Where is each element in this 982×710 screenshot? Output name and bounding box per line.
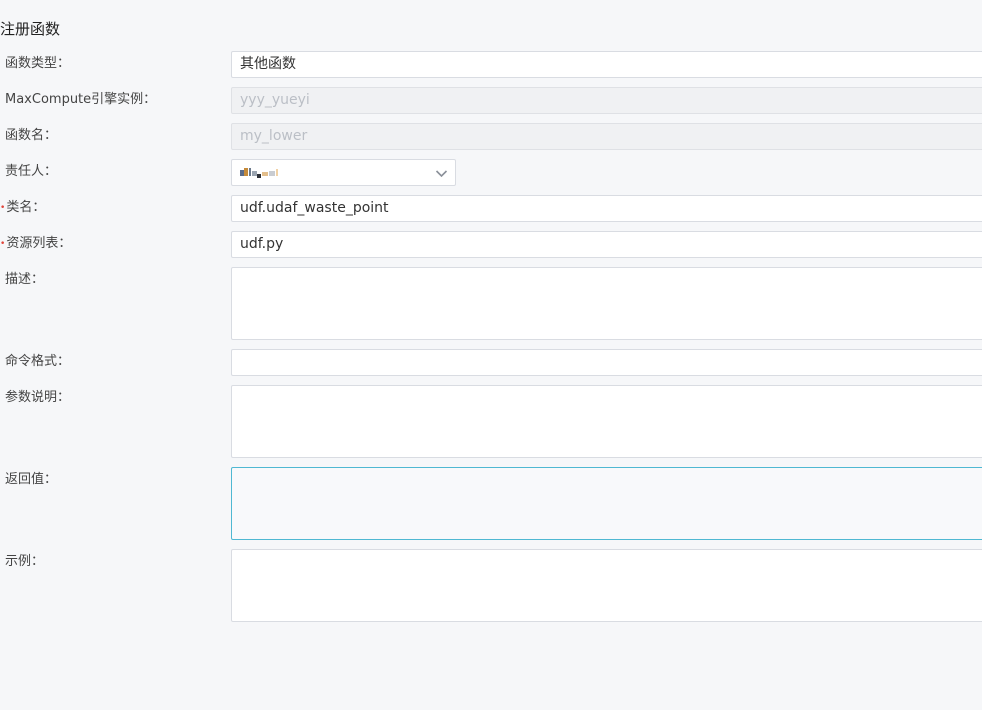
engine-instance-label: MaxCompute引擎实例： xyxy=(5,92,157,107)
command-format-label: 命令格式： xyxy=(5,354,71,369)
function-name-label: 函数名： xyxy=(5,128,58,143)
function-type-field[interactable]: 其他函数 xyxy=(231,51,982,78)
function-type-label: 函数类型： xyxy=(5,56,71,71)
resource-list-input[interactable]: udf.py xyxy=(231,231,982,258)
return-value-textarea[interactable] xyxy=(231,467,982,540)
register-function-form: 注册函数 函数类型： 其他函数 MaxCompute引擎实例： yyy_yuey… xyxy=(0,0,982,710)
resource-list-label: •资源列表： xyxy=(0,236,72,251)
description-textarea[interactable] xyxy=(231,267,982,340)
description-label: 描述： xyxy=(5,272,45,287)
parameter-desc-textarea[interactable] xyxy=(231,385,982,458)
class-name-label: •类名： xyxy=(0,200,46,215)
engine-instance-field: yyy_yueyi xyxy=(231,87,982,114)
example-textarea[interactable] xyxy=(231,549,982,622)
function-name-field: my_lower xyxy=(231,123,982,150)
page-title: 注册函数 xyxy=(0,20,61,38)
required-marker: • xyxy=(0,239,6,249)
command-format-input[interactable] xyxy=(231,349,982,376)
class-name-input[interactable]: udf.udaf_waste_point xyxy=(231,195,982,222)
parameter-desc-label: 参数说明： xyxy=(5,390,71,405)
required-marker: • xyxy=(0,203,6,213)
chevron-down-icon[interactable] xyxy=(435,167,448,180)
owner-label: 责任人： xyxy=(5,164,58,179)
owner-select[interactable] xyxy=(231,159,456,186)
return-value-label: 返回值： xyxy=(5,472,58,487)
owner-blurred-name-icon xyxy=(240,168,284,178)
example-label: 示例： xyxy=(5,554,45,569)
